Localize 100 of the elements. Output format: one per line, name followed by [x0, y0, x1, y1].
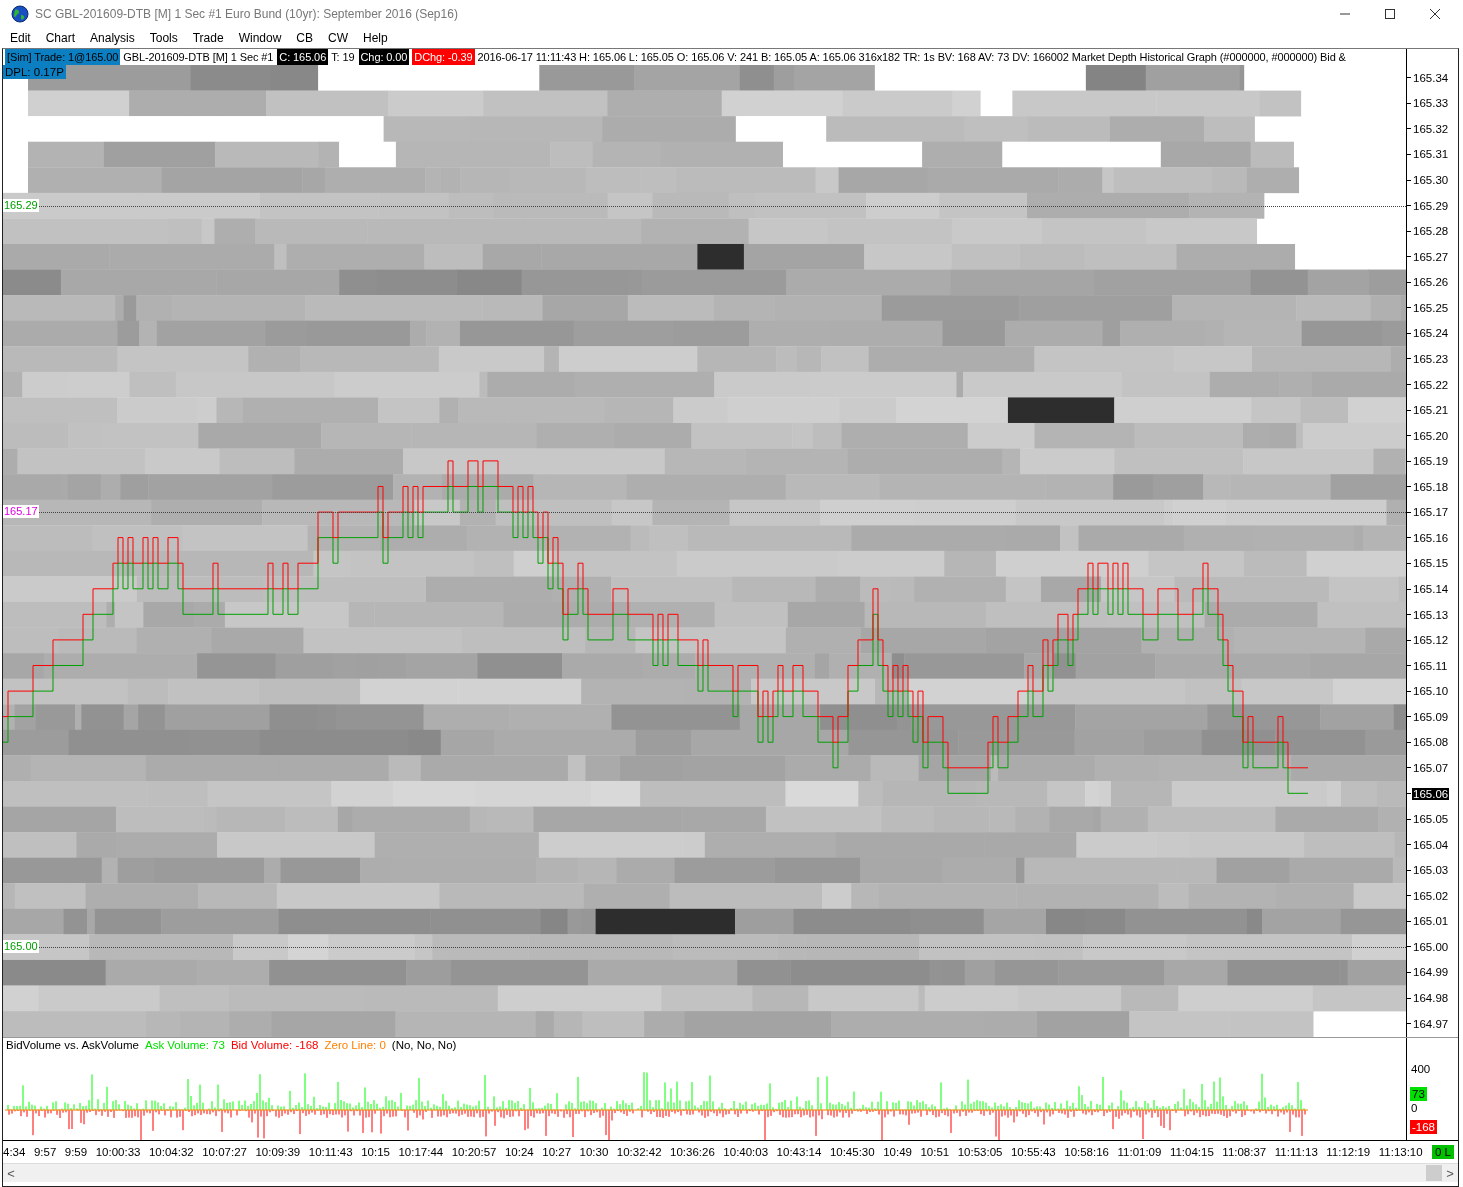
volume-badge: -168 — [1410, 1120, 1438, 1134]
price-label: 165.19 — [1412, 455, 1450, 468]
price-label: 165.28 — [1412, 225, 1450, 238]
scroll-left-button[interactable]: < — [3, 1165, 19, 1181]
info-text: C: 165.06 — [277, 49, 329, 65]
time-label: 10:36:26 — [670, 1146, 715, 1158]
time-label: 10:04:32 — [148, 1146, 194, 1158]
price-label: 165.20 — [1412, 429, 1450, 442]
price-label: 165.11 — [1412, 659, 1449, 672]
price-label: 165.15 — [1412, 557, 1450, 570]
price-label: 165.25 — [1412, 301, 1450, 314]
time-label: 10:15 — [361, 1146, 390, 1158]
price-label: 165.02 — [1412, 889, 1450, 902]
volume-label: 400 — [1411, 1063, 1431, 1075]
price-label: 165.34 — [1412, 71, 1450, 84]
globe-icon — [11, 5, 29, 23]
time-label: 11:11:13 — [1274, 1146, 1318, 1158]
menu-item[interactable]: Help — [363, 31, 388, 45]
info-text: GBL-201609-DTB [M] 1 Sec #1 — [123, 50, 275, 65]
info-text: [Sim] Trade: 1@165.00 — [5, 49, 121, 65]
menu-item[interactable]: CB — [296, 31, 313, 45]
price-label: 165.12 — [1412, 634, 1450, 647]
price-label: 164.99 — [1412, 966, 1450, 979]
price-label: 165.10 — [1412, 685, 1450, 698]
time-label: 10:07:27 — [202, 1146, 247, 1158]
volume-legend-text: Bid Volume: -168 — [230, 1038, 319, 1052]
price-label: 165.33 — [1412, 97, 1450, 110]
time-label: 11:08:37 — [1222, 1146, 1267, 1158]
time-label: 10:49 — [883, 1146, 912, 1158]
time-label: 10:32:42 — [616, 1146, 662, 1158]
time-label: 10:58:16 — [1064, 1146, 1109, 1158]
price-label: 165.14 — [1412, 583, 1450, 596]
time-label: 10:24 — [504, 1146, 534, 1158]
price-label: 164.97 — [1412, 1017, 1450, 1030]
scrollbar-thumb[interactable] — [1426, 1165, 1442, 1181]
time-label: 11:13:10 — [1378, 1146, 1423, 1158]
price-label: 165.29 — [1412, 199, 1450, 212]
time-label: 10:17:44 — [398, 1146, 444, 1158]
price-label: 165.13 — [1412, 608, 1450, 621]
time-label: 11:04:15 — [1169, 1146, 1214, 1158]
price-label: 165.23 — [1412, 352, 1450, 365]
volume-legend-text: BidVolume vs. AskVolume — [6, 1038, 139, 1052]
volume-badge: 73 — [1410, 1087, 1427, 1101]
close-icon[interactable] — [1429, 8, 1441, 20]
time-label: 10:51 — [920, 1146, 950, 1158]
info-text: 2016-06-17 11:11:43 H: 165.06 L: 165.05 O: 165.06 V: 241 B: 165.05 A: 165.06 316x182 TR: 1s BV: 168 AV: 73 DV: 166002 Market Depth Historical Graph (#000000, #000000) Bid & — [477, 50, 1347, 65]
price-marker: 165.17 — [3, 505, 39, 519]
menu-item[interactable]: CW — [328, 31, 348, 45]
time-label: 10:00:33 — [95, 1146, 141, 1158]
price-label: 165.22 — [1412, 378, 1450, 391]
price-label: 164.98 — [1412, 992, 1450, 1005]
price-label: 165.31 — [1412, 148, 1450, 161]
menu-item[interactable]: Edit — [10, 31, 31, 45]
volume-label: 0 — [1411, 1102, 1418, 1114]
time-label: 11:12:19 — [1326, 1146, 1371, 1158]
volume-legend-text: Zero Line: 0 — [324, 1038, 386, 1052]
price-label: 165.24 — [1412, 327, 1450, 340]
price-label: 165.16 — [1412, 531, 1450, 544]
time-label: 10:53:05 — [957, 1146, 1003, 1158]
menu-item[interactable]: Chart — [45, 31, 76, 45]
time-label: 10:11:43 — [308, 1146, 353, 1158]
price-label: 165.32 — [1412, 122, 1450, 135]
volume-legend-text: Ask Volume: 73 — [144, 1038, 225, 1052]
info-text: Chg: 0.00 — [358, 49, 410, 65]
menu-item[interactable]: Trade — [192, 31, 224, 45]
time-label: 10:20:57 — [451, 1146, 497, 1158]
time-label: 10:40:03 — [723, 1146, 769, 1158]
price-label: 165.01 — [1412, 915, 1450, 928]
price-label: 165.21 — [1412, 404, 1450, 417]
volume-legend-text: (No, No, No) — [391, 1038, 457, 1052]
menu-item[interactable]: Tools — [149, 31, 178, 45]
time-label: 10:55:43 — [1010, 1146, 1056, 1158]
time-label: 10:30 — [579, 1146, 609, 1158]
time-label: 11:01:09 — [1117, 1146, 1162, 1158]
maximize-icon[interactable] — [1384, 8, 1396, 20]
time-label: 10:43:14 — [776, 1146, 822, 1158]
price-label: 165.18 — [1412, 480, 1450, 493]
status-badge: 0 L — [1432, 1145, 1454, 1159]
scroll-right-button[interactable]: > — [1442, 1165, 1458, 1181]
menu-item[interactable]: Window — [238, 31, 282, 45]
price-label: 165.07 — [1412, 761, 1450, 774]
time-label: 9:57 — [33, 1146, 57, 1158]
time-label: 4:34 — [3, 1146, 26, 1158]
info-text: T: 19 — [331, 50, 356, 65]
info-text: DChg: -0.39 — [412, 49, 475, 65]
price-label: 165.09 — [1412, 710, 1450, 723]
time-label: 10:45:30 — [829, 1146, 875, 1158]
time-label: 10:27 — [542, 1146, 572, 1158]
time-label: 10:09:39 — [255, 1146, 301, 1158]
price-label: 165.05 — [1412, 813, 1450, 826]
menu-item[interactable]: Analysis — [90, 31, 135, 45]
price-label: 165.03 — [1412, 864, 1450, 877]
dpl-label: DPL: 0.17P — [3, 65, 66, 79]
price-label: 165.00 — [1412, 940, 1450, 953]
price-label: 165.30 — [1412, 174, 1450, 187]
price-label: 165.08 — [1412, 736, 1450, 749]
price-marker: 165.00 — [3, 940, 39, 954]
price-label: 165.06 — [1412, 787, 1450, 800]
time-label: 9:59 — [64, 1146, 88, 1158]
price-label: 165.26 — [1412, 276, 1450, 289]
